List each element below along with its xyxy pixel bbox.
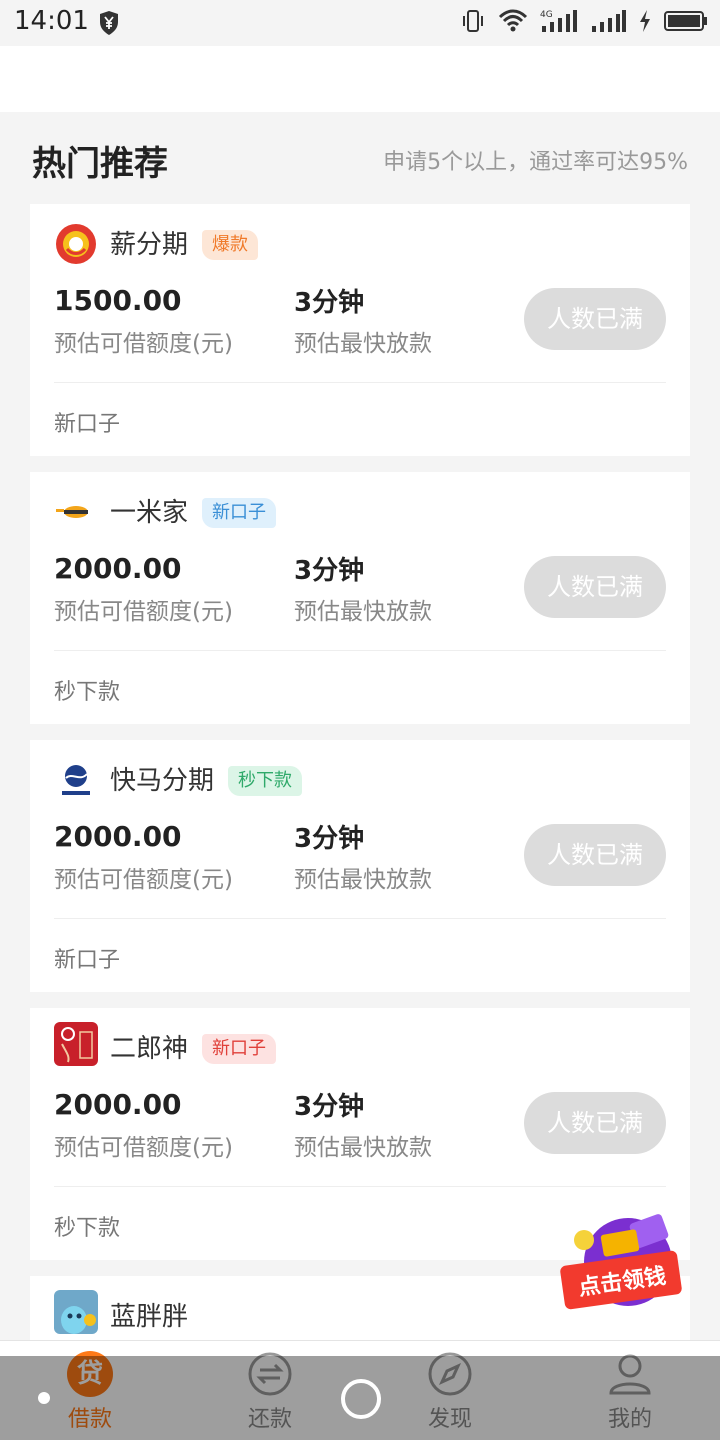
top-banner-area xyxy=(0,46,720,112)
apply-button-full[interactable]: 人数已满 xyxy=(524,288,666,350)
speed-label: 预估最快放款 xyxy=(294,867,432,893)
vibrate-icon xyxy=(463,10,483,32)
product-name: 薪分期 xyxy=(110,230,189,260)
divider xyxy=(54,1186,666,1187)
product-note: 秒下款 xyxy=(54,1216,121,1241)
status-time: 14:01 xyxy=(14,6,89,36)
product-speed: 3分钟 xyxy=(294,1092,365,1122)
amount-label: 预估可借额度(元) xyxy=(54,1135,233,1161)
nav-home-button[interactable] xyxy=(341,1379,381,1419)
product-logo-icon xyxy=(54,1022,98,1066)
battery-icon xyxy=(664,11,707,31)
status-icons: 4G xyxy=(460,8,708,34)
product-amount: 2000.00 xyxy=(54,1088,182,1121)
status-bar: 14:01 4G xyxy=(0,0,720,46)
product-card[interactable]: 快马分期 秒下款 2000.00 预估可借额度(元) 3分钟 预估最快放款 人数… xyxy=(30,740,690,992)
product-amount: 1500.00 xyxy=(54,284,182,317)
product-name: 蓝胖胖 xyxy=(110,1302,189,1332)
product-speed: 3分钟 xyxy=(294,556,365,586)
product-note: 新口子 xyxy=(54,412,121,437)
amount-label: 预估可借额度(元) xyxy=(54,331,233,357)
product-tag: 爆款 xyxy=(202,230,258,260)
product-tag: 新口子 xyxy=(202,1034,276,1064)
product-tag: 秒下款 xyxy=(228,766,302,796)
speed-label: 预估最快放款 xyxy=(294,1135,432,1161)
section-header: 热门推荐 申请5个以上，通过率可达95% xyxy=(0,112,720,204)
product-card[interactable]: 一米家 新口子 2000.00 预估可借额度(元) 3分钟 预估最快放款 人数已… xyxy=(30,472,690,724)
charging-icon xyxy=(640,10,650,32)
divider xyxy=(54,650,666,651)
wifi-icon xyxy=(498,9,528,32)
product-name: 快马分期 xyxy=(110,766,215,796)
section-title: 热门推荐 xyxy=(32,144,168,184)
product-amount: 2000.00 xyxy=(54,552,182,585)
product-amount: 2000.00 xyxy=(54,820,182,853)
product-logo-icon xyxy=(54,490,98,534)
svg-text:4G: 4G xyxy=(540,10,553,20)
product-speed: 3分钟 xyxy=(294,288,365,318)
product-logo-icon xyxy=(54,758,98,802)
product-name: 二郎神 xyxy=(110,1034,189,1064)
amount-label: 预估可借额度(元) xyxy=(54,867,233,893)
apply-button-full[interactable]: 人数已满 xyxy=(524,1092,666,1154)
apply-button-full[interactable]: 人数已满 xyxy=(524,556,666,618)
product-note: 新口子 xyxy=(54,948,121,973)
amount-label: 预估可借额度(元) xyxy=(54,599,233,625)
product-logo-icon xyxy=(54,222,98,266)
section-subtitle: 申请5个以上，通过率可达95% xyxy=(383,150,688,175)
promo-claim-money-badge[interactable]: 点击领钱 xyxy=(556,1210,686,1330)
product-speed: 3分钟 xyxy=(294,824,365,854)
signal-icon xyxy=(592,10,626,32)
divider xyxy=(54,382,666,383)
product-tag: 新口子 xyxy=(202,498,276,528)
apply-button-full[interactable]: 人数已满 xyxy=(524,824,666,886)
speed-label: 预估最快放款 xyxy=(294,331,432,357)
speed-label: 预估最快放款 xyxy=(294,599,432,625)
shield-yen-icon xyxy=(100,11,118,35)
product-card[interactable]: 薪分期 爆款 1500.00 预估可借额度(元) 3分钟 预估最快放款 人数已满… xyxy=(30,204,690,456)
divider xyxy=(54,918,666,919)
signal-4g-icon: 4G xyxy=(540,10,577,32)
product-logo-icon xyxy=(54,1290,98,1334)
nav-back-dot[interactable] xyxy=(38,1392,50,1404)
product-name: 一米家 xyxy=(110,498,189,528)
product-note: 秒下款 xyxy=(54,680,121,705)
